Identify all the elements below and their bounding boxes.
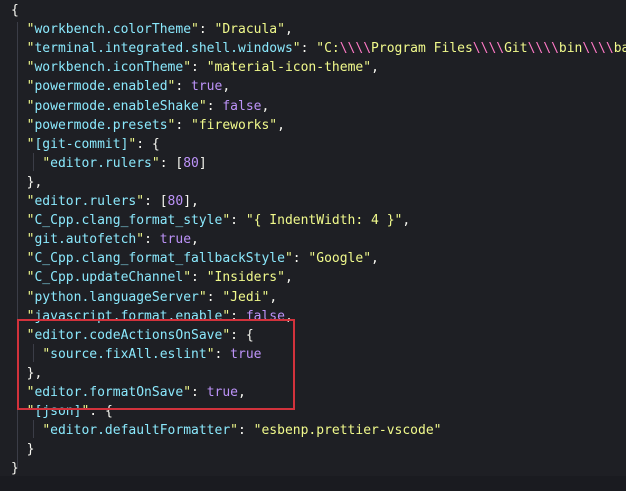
code-line[interactable]: "javascript.format.enable": false, xyxy=(11,308,293,327)
code-line[interactable]: "C_Cpp.updateChannel": "Insiders", xyxy=(11,269,293,288)
code-line[interactable]: "powermode.enabled": true, xyxy=(11,78,231,97)
code-line[interactable]: "C_Cpp.clang_format_style": "{ IndentWid… xyxy=(11,212,411,231)
code-line[interactable]: }, xyxy=(11,174,43,193)
code-line[interactable]: "C_Cpp.clang_format_fallbackStyle": "Goo… xyxy=(11,250,379,269)
indent-guide xyxy=(33,344,34,362)
json-editor[interactable]: { "workbench.colorTheme": "Dracula", "te… xyxy=(0,0,626,491)
code-line[interactable]: "workbench.iconTheme": "material-icon-th… xyxy=(11,59,379,78)
code-line[interactable]: "python.languageServer": "Jedi", xyxy=(11,289,277,308)
code-line[interactable]: "powermode.enableShake": false, xyxy=(11,98,270,117)
indent-guide xyxy=(33,420,34,438)
code-line[interactable]: "workbench.colorTheme": "Dracula", xyxy=(11,21,293,40)
code-line[interactable]: "source.fixAll.eslint": true xyxy=(11,346,261,365)
code-line[interactable]: "editor.formatOnSave": true, xyxy=(11,384,246,403)
code-line[interactable]: "editor.rulers": [80] xyxy=(11,155,206,174)
horizontal-scrollbar[interactable] xyxy=(0,476,626,491)
code-line[interactable]: "[git-commit]": { xyxy=(11,136,160,155)
code-line[interactable]: { xyxy=(11,2,19,21)
code-line[interactable]: "terminal.integrated.shell.windows": "C:… xyxy=(11,40,626,59)
code-line[interactable]: "powermode.presets": "fireworks", xyxy=(11,117,285,136)
code-line[interactable]: "editor.codeActionsOnSave": { xyxy=(11,327,254,346)
code-line[interactable]: "editor.defaultFormatter": "esbenp.prett… xyxy=(11,422,441,441)
code-line[interactable]: } xyxy=(11,441,35,460)
indent-guide xyxy=(33,153,34,171)
code-line[interactable]: "editor.rulers": [80], xyxy=(11,193,199,212)
indent-guide xyxy=(17,22,18,469)
code-line[interactable]: }, xyxy=(11,365,43,384)
code-line[interactable]: "git.autofetch": true, xyxy=(11,231,199,250)
code-line[interactable]: "[json]": { xyxy=(11,403,113,422)
